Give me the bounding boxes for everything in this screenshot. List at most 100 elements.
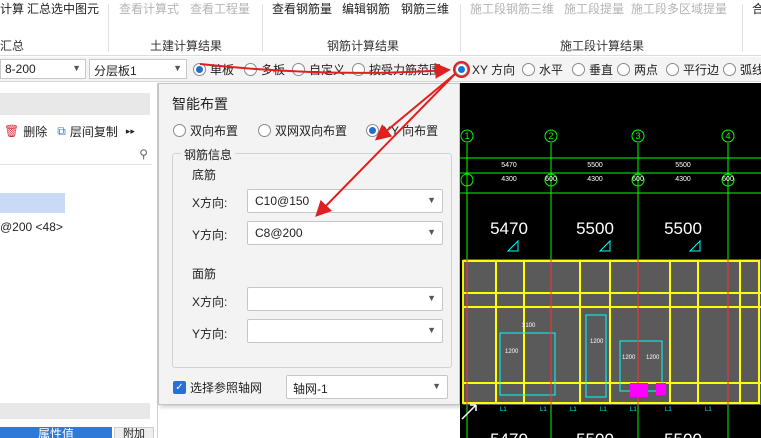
beam-label: L1 [570, 407, 577, 413]
radio-icon [572, 63, 585, 76]
dim-big: 5470 [490, 219, 528, 238]
rebar-list-item[interactable]: @200 <48> [0, 220, 63, 234]
rebar-info-group: 钢筋信息 底筋 X方向: C10@150 ▼ Y方向: C8@200 ▼ 面筋 X方… [172, 146, 452, 368]
group-legend: 钢筋信息 [181, 146, 236, 163]
rebar-spec-combo[interactable]: 8-200 ▼ [0, 59, 86, 79]
ribbon-stage-quantity[interactable]: 施工段提量 [564, 0, 624, 17]
divider [262, 4, 263, 52]
check-icon: ✓ [173, 381, 186, 394]
axis-num: 1 [464, 131, 469, 141]
ref-axis-checkbox[interactable]: ✓ 选择参照轴网 [173, 379, 262, 396]
ribbon-calc[interactable]: 计算 [0, 0, 24, 17]
dim-label: 5470 [501, 162, 517, 169]
radio-label: 自定义 [309, 63, 346, 77]
selected-item-highlight[interactable] [0, 193, 65, 213]
beam-label: L1 [705, 407, 712, 413]
radio-by-range[interactable]: 按受力筋范围 [352, 61, 441, 78]
ribbon-view-quantity[interactable]: 查看工程量 [190, 0, 250, 17]
radio-icon [666, 63, 679, 76]
ribbon-rebar-3d[interactable]: 钢筋三维 [401, 0, 449, 17]
axis-num: 3 [635, 131, 640, 141]
dim-label: 4300 [675, 176, 691, 183]
radio-label: 双向布置 [190, 124, 239, 138]
radio-parallel-edge[interactable]: 平行边 [666, 61, 719, 78]
room-label: 1200 [646, 355, 660, 361]
delete-button[interactable]: 删除 [23, 123, 47, 140]
radio-bidirectional[interactable]: 双向布置 [173, 122, 238, 139]
copy-icon[interactable]: ⧉ [57, 124, 66, 139]
tab-extra[interactable]: 附加 [114, 427, 154, 438]
search-icon[interactable]: ⚲ [139, 147, 148, 161]
radio-two-points[interactable]: 两点 [617, 61, 658, 78]
chevron-down-icon: ▼ [427, 325, 436, 335]
ribbon-view-rebar[interactable]: 查看钢筋量 [272, 0, 332, 17]
radio-icon [193, 63, 206, 76]
option-bar: 8-200 ▼ 分层板1 ▼ 单板 多板 自定义 按受力筋范围 XY 方向 水平 垂… [0, 57, 761, 82]
radio-horizontal[interactable]: 水平 [522, 61, 563, 78]
rebar-spec-value: 8-200 [5, 62, 36, 76]
search-bar[interactable]: ⚲ [0, 147, 152, 165]
dim-label: 4300 [587, 176, 603, 183]
properties-header [0, 403, 150, 419]
room-label: 1200 [590, 339, 604, 345]
bottom-x-label: X方向: [192, 196, 228, 210]
tab-attribute-value[interactable]: 属性值 [0, 427, 112, 438]
dim-bottom: 5500 [664, 430, 702, 438]
chevron-down-icon: ▼ [72, 63, 81, 73]
radio-icon [292, 63, 305, 76]
ribbon-stage-rebar-3d[interactable]: 施工段钢筋三维 [470, 0, 554, 17]
delete-icon[interactable]: 🗑 [4, 124, 19, 138]
axis-num: 4 [725, 131, 730, 141]
checkbox-label: 选择参照轴网 [190, 381, 263, 395]
axis-num: 2 [548, 131, 553, 141]
radio-icon [258, 124, 271, 137]
slab-value: 分层板1 [94, 64, 137, 78]
group-summary: 汇总 [0, 39, 25, 53]
left-panel: 🗑 删除 ⧉ 层间复制 ▸▸ ⚲ @200 <48> 属性值 附加 [0, 83, 158, 438]
group-stage-results: 施工段计算结果 [560, 39, 645, 53]
ribbon-edit-rebar[interactable]: 编辑钢筋 [342, 0, 390, 17]
radio-icon [366, 124, 379, 137]
panel-header [0, 93, 150, 115]
ribbon-view-formula[interactable]: 查看计算式 [119, 0, 179, 17]
radio-arc[interactable]: 弧线 [723, 61, 761, 78]
radio-multi-slab[interactable]: 多板 [244, 61, 285, 78]
dim-label: 4300 [501, 176, 517, 183]
radio-custom[interactable]: 自定义 [292, 61, 345, 78]
copy-floor-button[interactable]: 层间复制 [70, 123, 118, 140]
dim-label: 600 [632, 176, 644, 183]
top-x-field[interactable]: ▼ [247, 287, 443, 311]
radio-icon [723, 63, 736, 76]
axis-select[interactable]: 轴网-1 ▼ [286, 375, 448, 399]
group-civil-results: 土建计算结果 [150, 39, 223, 53]
bottom-x-field[interactable]: C10@150 ▼ [247, 189, 443, 213]
top-y-field[interactable]: ▼ [247, 319, 443, 343]
smart-layout-dialog: 智能布置 双向布置 双网双向布置 XY 向布置 钢筋信息 底筋 X方向: C10… [158, 83, 460, 405]
radio-single-slab[interactable]: 单板 [193, 61, 234, 78]
app-window: 计算 汇总选中图元 查看计算式 查看工程量 查看钢筋量 编辑钢筋 钢筋三维 施工… [0, 0, 761, 438]
cad-canvas[interactable]: 1 2 3 4 5470 5500 5500 4300 600 4300 600… [460, 83, 761, 438]
beam-label: L1 [540, 407, 547, 413]
dim-big: 5500 [664, 219, 702, 238]
radio-label: 平行边 [683, 63, 720, 77]
slab-combo[interactable]: 分层板1 ▼ [89, 59, 187, 79]
radio-icon [244, 63, 257, 76]
dim-big: 5500 [576, 219, 614, 238]
bottom-y-label: Y方向: [192, 228, 228, 242]
ucs-icon [461, 404, 477, 420]
radio-xy-direction[interactable]: XY 方向 [455, 61, 515, 78]
ribbon-sum-selected[interactable]: 汇总选中图元 [27, 0, 99, 17]
dim-label: 600 [545, 176, 557, 183]
radio-icon [617, 63, 630, 76]
ribbon-more[interactable]: 合 [752, 0, 761, 17]
dim-label: 600 [722, 176, 734, 183]
chevron-down-icon: ▼ [427, 227, 436, 237]
radio-vertical[interactable]: 垂直 [572, 61, 613, 78]
radio-double-net[interactable]: 双网双向布置 [258, 122, 347, 139]
radio-xy-layout[interactable]: XY 向布置 [366, 122, 438, 139]
bottom-y-field[interactable]: C8@200 ▼ [247, 221, 443, 245]
divider [460, 4, 461, 52]
dialog-title: 智能布置 [172, 96, 228, 112]
ribbon-stage-multi-area[interactable]: 施工段多区域提量 [631, 0, 727, 17]
more-icon[interactable]: ▸▸ [126, 126, 135, 137]
